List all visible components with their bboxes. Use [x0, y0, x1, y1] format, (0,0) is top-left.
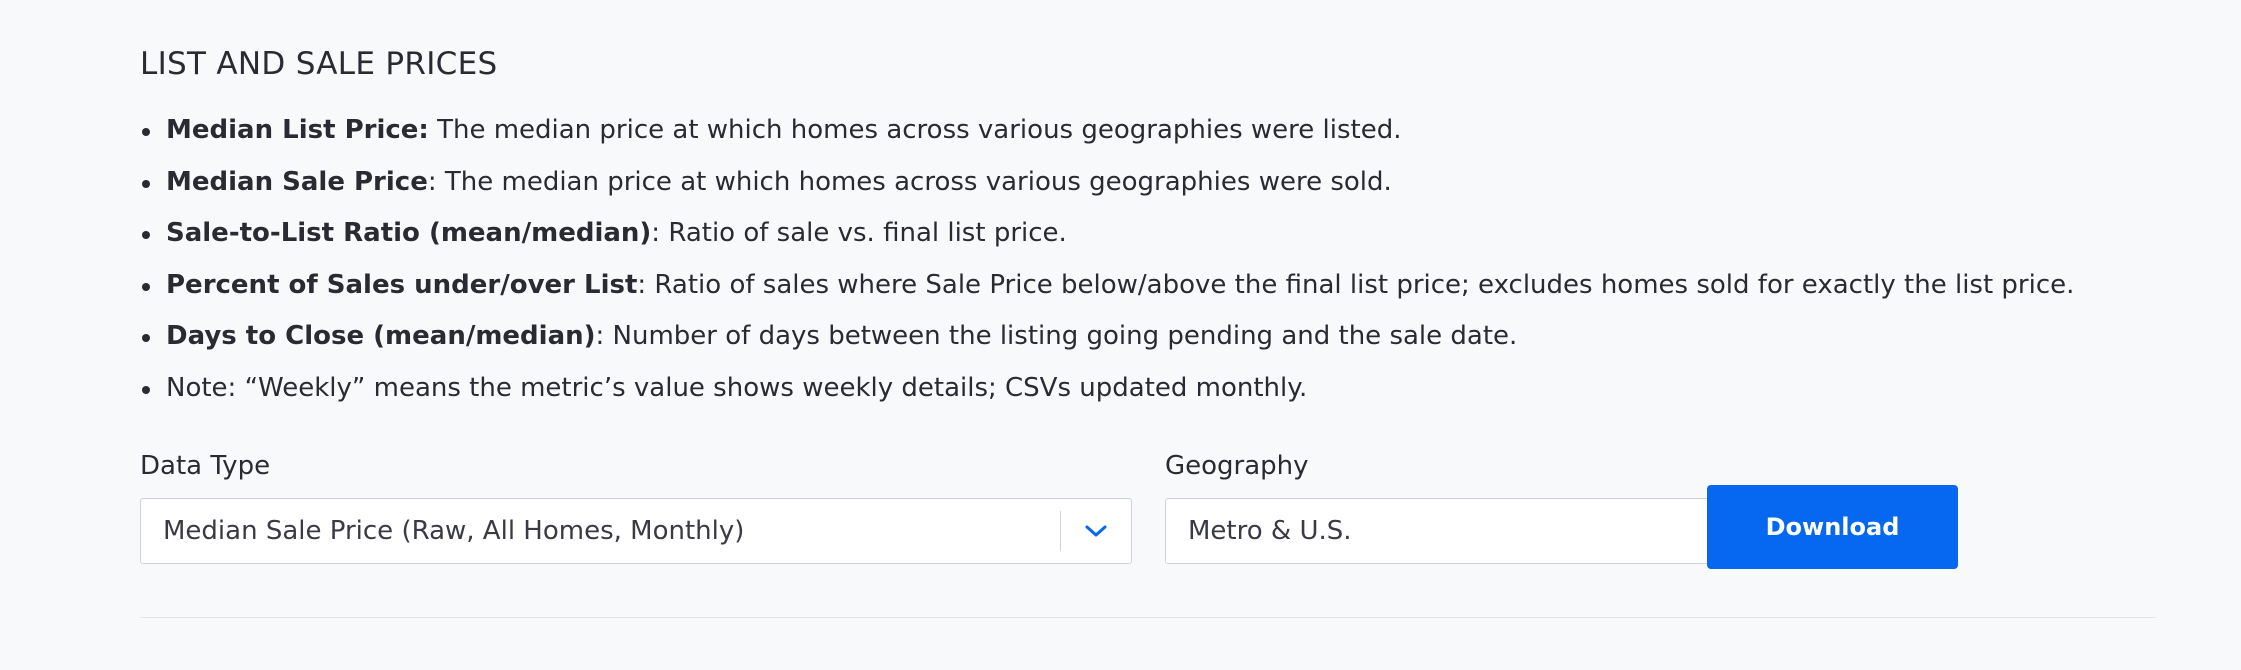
section-divider [140, 617, 2156, 618]
list-item: Percent of Sales under/over List: Ratio … [141, 265, 2075, 317]
geography-label: Geography [1165, 451, 1309, 481]
list-item: Days to Close (mean/median): Number of d… [141, 316, 2074, 368]
geography-selected-value: Metro & U.S. [1188, 516, 1352, 546]
chevron-down-icon[interactable] [1061, 499, 1131, 563]
definition-term: Percent of Sales under/over List [166, 269, 638, 300]
definition-description: : Number of days between the listing goi… [595, 321, 1518, 352]
definition-description: Note: “Weekly” means the metric’s value … [166, 372, 1308, 403]
list-item: Sale-to-List Ratio (mean/median): Ratio … [141, 213, 2074, 265]
definitions-list: Median List Price: The median price at w… [140, 110, 2074, 420]
list-item: Median Sale Price: The median price at w… [141, 162, 2074, 214]
list-item: Note: “Weekly” means the metric’s value … [141, 368, 2074, 420]
list-and-sale-prices-section: LIST AND SALE PRICES Median List Price: … [140, 0, 2156, 670]
definition-description: : Ratio of sale vs. final list price. [651, 218, 1067, 249]
definition-description: : The median price at which homes across… [427, 166, 1392, 197]
definition-term: Median List Price: [166, 115, 429, 145]
definition-description: : Ratio of sales where Sale Price below/… [637, 269, 2075, 300]
definition-term: Days to Close (mean/median) [166, 321, 596, 352]
data-type-selected-value: Median Sale Price (Raw, All Homes, Month… [163, 516, 745, 546]
definition-term: Median Sale Price [166, 166, 428, 197]
section-title: LIST AND SALE PRICES [140, 46, 498, 82]
definition-description: The median price at which homes across v… [428, 115, 1402, 145]
list-item: Median List Price: The median price at w… [141, 110, 2074, 162]
data-type-select[interactable]: Median Sale Price (Raw, All Homes, Month… [140, 498, 1132, 564]
download-button[interactable]: Download [1707, 485, 1958, 569]
definition-term: Sale-to-List Ratio (mean/median) [166, 218, 652, 249]
data-type-label: Data Type [140, 451, 271, 481]
